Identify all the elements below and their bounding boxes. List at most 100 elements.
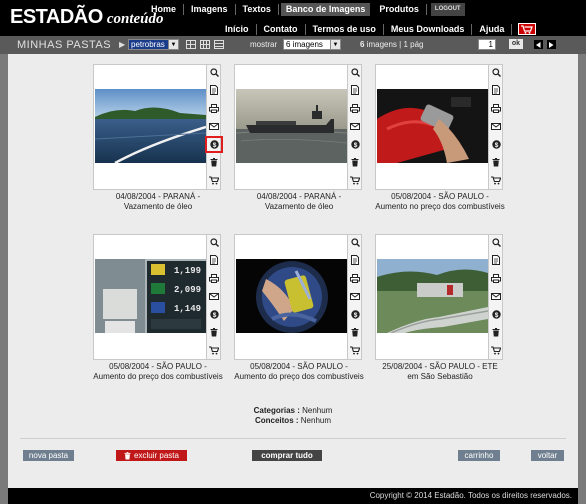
back-button[interactable]: voltar: [531, 450, 564, 461]
document-icon[interactable]: [491, 85, 501, 95]
cart-icon[interactable]: [350, 175, 360, 185]
nav-contato[interactable]: Contato: [257, 23, 306, 35]
nav-inicio[interactable]: Início: [218, 23, 257, 35]
cart-icon[interactable]: [209, 175, 219, 185]
nav-home[interactable]: Home: [144, 3, 185, 15]
trash-icon[interactable]: [350, 327, 360, 337]
image-thumbnail[interactable]: [236, 89, 347, 163]
image-thumbnail[interactable]: [95, 89, 206, 163]
nav-produtos[interactable]: Produtos: [372, 3, 427, 15]
zoom-icon[interactable]: [350, 67, 360, 77]
print-icon[interactable]: [491, 103, 501, 113]
trash-icon: [124, 451, 131, 459]
svg-text:$: $: [353, 312, 357, 319]
trash-icon[interactable]: [209, 327, 219, 337]
show-label: mostrar: [250, 40, 278, 49]
view-list-icon[interactable]: [214, 40, 224, 49]
image-title: em São Sebastião: [407, 372, 473, 381]
image-date-place: 05/08/2004 - SÃO PAULO -: [250, 362, 348, 371]
email-icon[interactable]: [491, 121, 501, 131]
image-caption: 04/08/2004 - PARANÁ - Vazamento de óleo: [81, 192, 235, 212]
concepts-row: Conceitos : Nenhum: [8, 416, 578, 426]
price-icon[interactable]: $: [350, 309, 360, 319]
trash-icon[interactable]: [491, 157, 501, 167]
view-grid-small-icon[interactable]: [200, 40, 210, 49]
print-icon[interactable]: [350, 273, 360, 283]
trash-icon[interactable]: [491, 327, 501, 337]
image-thumbnail[interactable]: [377, 259, 488, 333]
per-page-value: 6 imagens: [286, 40, 323, 49]
nav-termos-de-uso[interactable]: Termos de uso: [306, 23, 384, 35]
price-icon[interactable]: $: [491, 139, 501, 149]
image-frame: [375, 234, 489, 360]
document-icon[interactable]: [350, 85, 360, 95]
zoom-icon[interactable]: [209, 237, 219, 247]
image-date-place: 05/08/2004 - SÃO PAULO -: [109, 362, 207, 371]
price-icon[interactable]: $: [491, 309, 501, 319]
zoom-icon[interactable]: [491, 237, 501, 247]
go-page-button[interactable]: ok: [509, 39, 523, 49]
cart-icon[interactable]: [491, 345, 501, 355]
cart-button[interactable]: carrinho: [458, 450, 500, 461]
trash-icon[interactable]: [350, 157, 360, 167]
nav-banco-de-imagens[interactable]: Banco de Imagens: [280, 2, 371, 16]
email-icon[interactable]: [209, 121, 219, 131]
zoom-icon[interactable]: [350, 237, 360, 247]
buy-all-button[interactable]: comprar tudo: [252, 450, 322, 461]
zoom-icon[interactable]: [491, 67, 501, 77]
chevron-down-icon: ▼: [330, 40, 340, 49]
page-number-input[interactable]: 1: [478, 39, 496, 50]
header-cart-button[interactable]: [518, 23, 537, 35]
cart-icon[interactable]: [350, 345, 360, 355]
email-icon[interactable]: [491, 291, 501, 301]
image-thumbnail[interactable]: 1,199 2,099 1,149: [95, 259, 206, 333]
image-actions: $: [205, 64, 223, 190]
view-grid-large-icon[interactable]: [186, 40, 196, 49]
image-actions: $: [348, 234, 362, 360]
cart-icon[interactable]: [491, 175, 501, 185]
next-page-button[interactable]: [547, 40, 556, 49]
document-icon[interactable]: [209, 255, 219, 265]
nav-meus-downloads[interactable]: Meus Downloads: [384, 23, 473, 35]
email-icon[interactable]: [350, 121, 360, 131]
image-thumbnail[interactable]: [377, 89, 488, 163]
price-icon[interactable]: $: [205, 136, 223, 153]
email-icon[interactable]: [209, 291, 219, 301]
image-thumbnail[interactable]: [236, 259, 347, 333]
document-icon[interactable]: [209, 85, 219, 95]
svg-text:$: $: [353, 142, 357, 149]
delete-folder-button[interactable]: excluir pasta: [116, 450, 187, 461]
price-icon[interactable]: $: [209, 309, 219, 319]
chevron-down-icon: ▼: [168, 40, 178, 49]
trash-icon[interactable]: [209, 157, 219, 167]
image-date-place: 04/08/2004 - PARANÁ -: [256, 192, 342, 201]
print-icon[interactable]: [209, 103, 219, 113]
print-icon[interactable]: [209, 273, 219, 283]
per-page-select[interactable]: 6 imagens ▼: [283, 39, 341, 50]
folder-select[interactable]: petrobras ▼: [128, 39, 179, 50]
previous-page-button[interactable]: [534, 40, 543, 49]
folder-metadata: Categorias : Nenhum Conceitos : Nenhum: [8, 406, 578, 426]
nav-imagens[interactable]: Imagens: [184, 3, 236, 15]
document-icon[interactable]: [350, 255, 360, 265]
image-caption: 04/08/2004 - PARANÁ - Vazamento de óleo: [222, 192, 376, 212]
folder-content: $ 04/08/2004 - PARANÁ - Vazamento de óle…: [8, 54, 578, 488]
email-icon[interactable]: [350, 291, 360, 301]
print-icon[interactable]: [491, 273, 501, 283]
print-icon[interactable]: [350, 103, 360, 113]
folder-toolbar: MINHAS PASTAS ▶ petrobras ▼ mostrar 6 im…: [0, 36, 586, 54]
price-icon[interactable]: $: [350, 139, 360, 149]
image-frame: [234, 234, 348, 360]
document-icon[interactable]: [491, 255, 501, 265]
new-folder-button[interactable]: nova pasta: [23, 450, 74, 461]
svg-text:$: $: [494, 142, 498, 149]
nav-ajuda[interactable]: Ajuda: [472, 23, 513, 35]
result-count: 6 imagens | 1 pág: [360, 40, 423, 49]
zoom-icon[interactable]: [209, 67, 219, 77]
image-actions: $: [489, 234, 503, 360]
cart-icon[interactable]: [209, 345, 219, 355]
folder-select-value: petrobras: [129, 40, 168, 49]
logout-button[interactable]: LOGOUT: [430, 2, 465, 16]
nav-textos[interactable]: Textos: [236, 3, 279, 15]
estadao-logo[interactable]: ESTADÃO conteúdo: [10, 6, 163, 29]
